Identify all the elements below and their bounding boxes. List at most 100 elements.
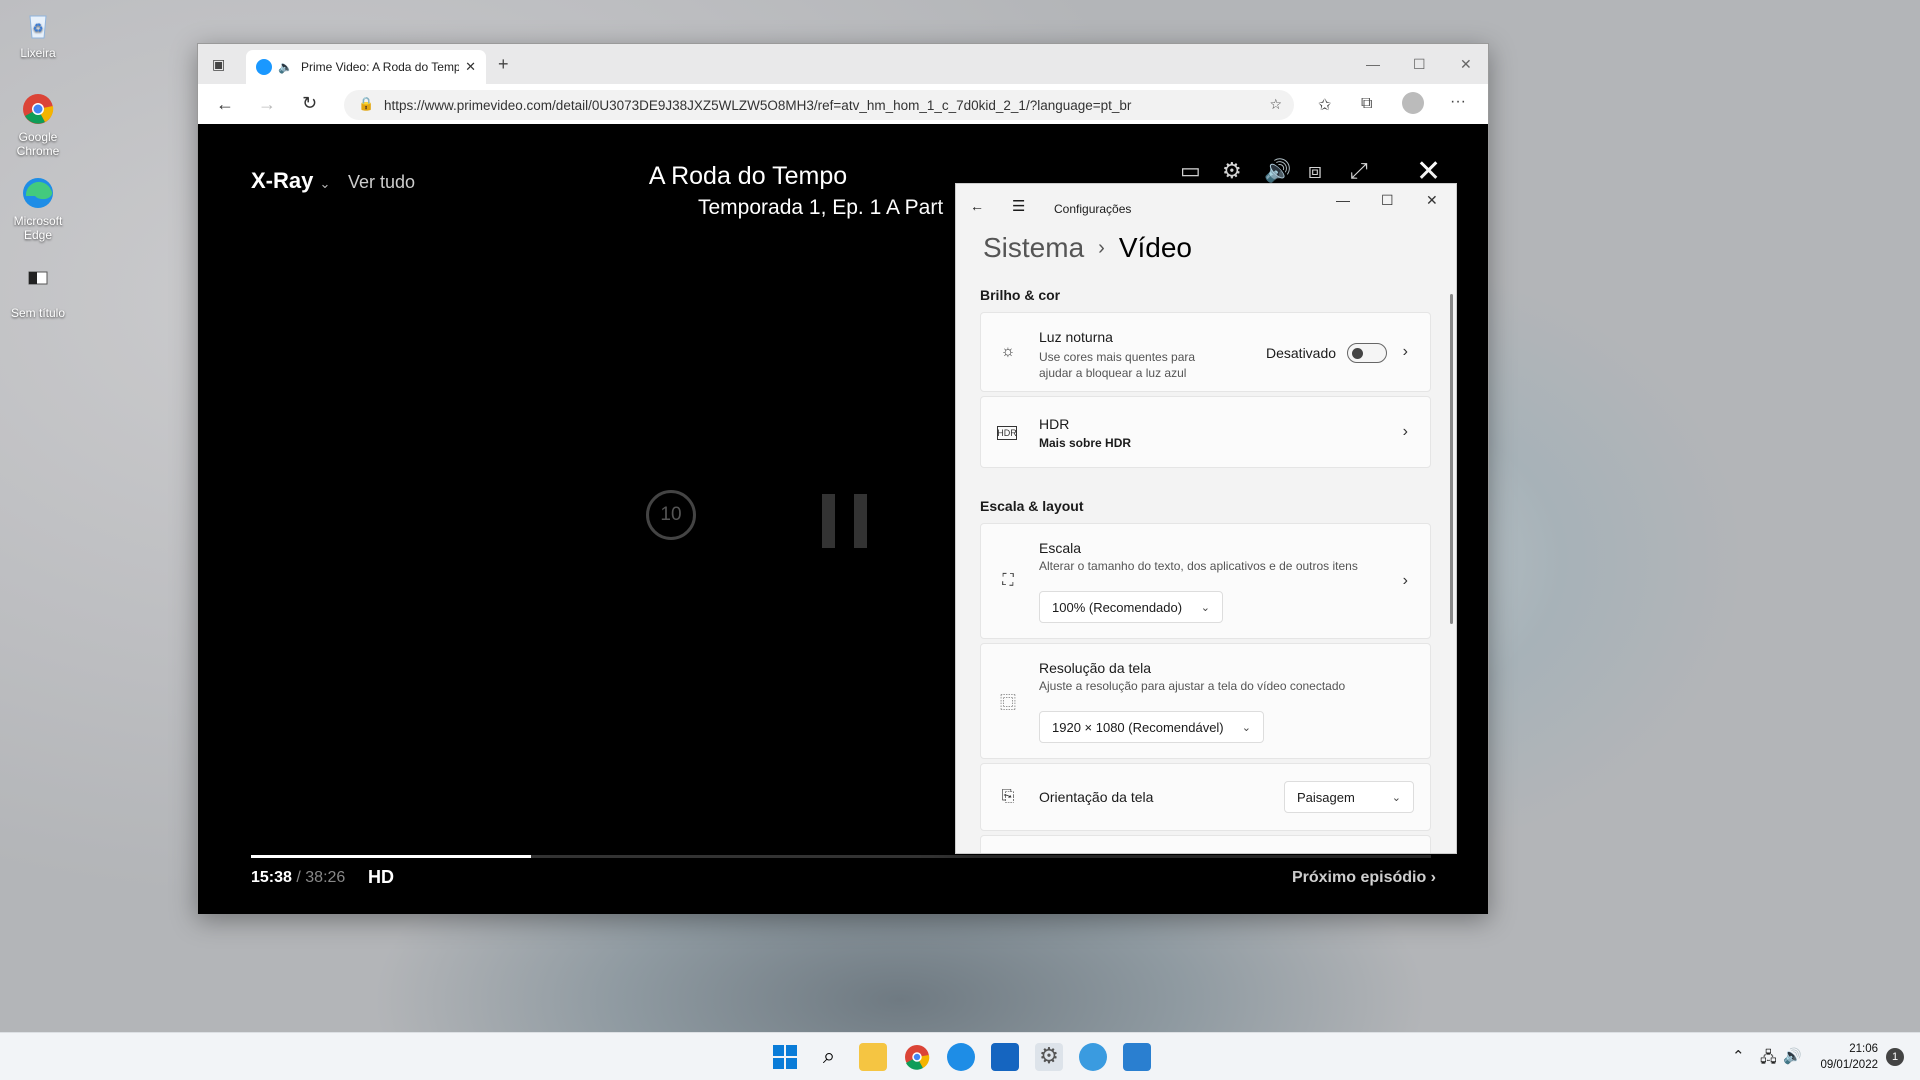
- scale-desc: Alterar o tamanho do texto, dos aplicati…: [1039, 559, 1358, 573]
- url-input[interactable]: 🔒 https://www.primevideo.com/detail/0U30…: [344, 90, 1294, 120]
- maximize-icon[interactable]: ☐: [1413, 56, 1426, 73]
- desktop-icon-recycle-bin[interactable]: ♻ Lixeira: [4, 8, 72, 60]
- chevron-right-icon: ›: [1098, 237, 1105, 259]
- volume-icon[interactable]: 🔊: [1264, 158, 1291, 184]
- browser-tab[interactable]: 🔈 Prime Video: A Roda do Tempo ✕: [246, 50, 486, 84]
- chevron-down-icon: ⌄: [1241, 721, 1251, 734]
- desktop-icon-chrome[interactable]: Google Chrome: [4, 92, 72, 158]
- desktop-icon-label: Sem título: [10, 306, 66, 320]
- back-icon[interactable]: ←: [216, 94, 234, 115]
- time-separator: /: [296, 869, 301, 886]
- new-tab-icon[interactable]: +: [498, 54, 509, 75]
- progress-bar[interactable]: [251, 855, 1431, 858]
- maximize-icon[interactable]: ☐: [1381, 192, 1394, 209]
- favorites-icon[interactable]: ✩: [1318, 95, 1331, 115]
- night-light-title: Luz noturna: [1039, 329, 1113, 345]
- picture-in-picture-icon[interactable]: ⧈: [1308, 158, 1322, 184]
- current-time: 15:38: [251, 869, 292, 886]
- hdr-title: HDR: [1039, 416, 1070, 432]
- desktop-icon-edge[interactable]: Microsoft Edge: [4, 176, 72, 242]
- night-light-toggle[interactable]: [1347, 343, 1387, 363]
- recycle-bin-icon: ♻: [21, 8, 55, 42]
- scale-icon: ⛶: [1002, 572, 1014, 589]
- profile-avatar[interactable]: [1402, 92, 1424, 114]
- hdr-icon: HDR: [997, 426, 1017, 440]
- prime-video-favicon-icon: [256, 59, 272, 75]
- night-light-card[interactable]: ☼ Luz noturna Use cores mais quentes par…: [980, 312, 1431, 392]
- forward-icon[interactable]: →: [258, 94, 276, 115]
- orientation-dropdown[interactable]: Paisagem ⌄: [1284, 781, 1414, 813]
- speaker-icon[interactable]: 🔈: [278, 60, 293, 74]
- scrollbar[interactable]: [1450, 294, 1453, 624]
- hamburger-menu-icon[interactable]: ☰: [1012, 197, 1025, 215]
- settings-gear-icon[interactable]: ⚙: [1035, 1043, 1063, 1071]
- settings-window: ← ☰ Configurações — ☐ ✕ Sistema › Vídeo Br…: [955, 183, 1457, 854]
- clock[interactable]: 21:06 09/01/2022: [1820, 1041, 1878, 1073]
- replay-10-button[interactable]: 10: [646, 490, 696, 540]
- refresh-icon[interactable]: ↻: [302, 93, 317, 114]
- add-favorite-icon[interactable]: ☆: [1269, 96, 1282, 113]
- orientation-card: ⎘ Orientação da tela Paisagem ⌄: [980, 763, 1431, 831]
- minimize-icon[interactable]: —: [1366, 56, 1380, 72]
- breadcrumb-sistema[interactable]: Sistema: [983, 232, 1084, 263]
- clock-time: 21:06: [1849, 1043, 1878, 1055]
- url-text: https://www.primevideo.com/detail/0U3073…: [384, 97, 1132, 113]
- store-icon[interactable]: [991, 1043, 1019, 1071]
- resolution-dropdown[interactable]: 1920 × 1080 (Recomendável) ⌄: [1039, 711, 1264, 743]
- scale-value: 100% (Recomendado): [1052, 599, 1183, 615]
- chrome-icon[interactable]: [903, 1043, 931, 1071]
- hdr-link[interactable]: Mais sobre HDR: [1039, 435, 1131, 451]
- tab-bar: ▣ 🔈 Prime Video: A Roda do Tempo ✕ + — ☐…: [198, 44, 1488, 84]
- ver-tudo-link[interactable]: Ver tudo: [348, 172, 415, 193]
- notification-badge[interactable]: 1: [1886, 1048, 1904, 1066]
- orientation-icon: ⎘: [1001, 788, 1015, 805]
- back-arrow-icon[interactable]: ←: [970, 198, 984, 214]
- next-episode-button[interactable]: Próximo episódio ›: [1292, 869, 1436, 887]
- network-icon[interactable]: 🖧: [1760, 1047, 1777, 1072]
- desktop-icon-untitled[interactable]: Sem título: [4, 268, 72, 320]
- collections-icon[interactable]: ⧉: [1361, 95, 1372, 113]
- volume-icon[interactable]: 🔊: [1783, 1047, 1802, 1065]
- desktop-icon-label: Lixeira: [20, 46, 56, 60]
- section-title-brightness: Brilho & cor: [980, 287, 1061, 303]
- more-options-icon[interactable]: ···: [1450, 93, 1466, 111]
- settings-app-title: Configurações: [1054, 202, 1132, 216]
- next-setting-card[interactable]: [980, 835, 1431, 853]
- chevron-up-icon[interactable]: ⌃: [1732, 1047, 1745, 1065]
- orientation-value: Paisagem: [1297, 789, 1355, 805]
- scale-dropdown[interactable]: 100% (Recomendado) ⌄: [1039, 591, 1223, 623]
- xray-button[interactable]: X-Ray ⌄: [251, 168, 330, 194]
- orientation-title: Orientação da tela: [1039, 789, 1154, 805]
- start-windows-icon[interactable]: [771, 1043, 799, 1071]
- resolution-desc: Ajuste a resolução para ajustar a tela d…: [1039, 679, 1346, 693]
- fullscreen-icon[interactable]: ⤢: [1350, 158, 1368, 184]
- settings-titlebar: ← ☰ Configurações — ☐ ✕: [956, 184, 1456, 220]
- file-explorer-icon[interactable]: [859, 1043, 887, 1071]
- tab-title: Prime Video: A Roda do Tempo: [300, 60, 460, 74]
- close-window-icon[interactable]: ✕: [1426, 192, 1438, 209]
- brightness-icon: ☼: [1000, 343, 1016, 360]
- pause-button[interactable]: [822, 494, 867, 548]
- photos-icon[interactable]: [1123, 1043, 1151, 1071]
- total-time: 38:26: [305, 869, 346, 886]
- tab-actions-icon[interactable]: ▣: [212, 56, 225, 73]
- close-tab-icon[interactable]: ✕: [465, 59, 476, 75]
- minimize-icon[interactable]: —: [1336, 192, 1350, 208]
- close-window-icon[interactable]: ✕: [1460, 56, 1472, 73]
- video-title: A Roda do Tempo: [648, 162, 848, 190]
- scale-card[interactable]: ⛶ Escala Alterar o tamanho do texto, dos…: [980, 523, 1431, 639]
- network-app-icon[interactable]: [1079, 1043, 1107, 1071]
- page-title: Vídeo: [1118, 232, 1192, 263]
- video-subtitle: Temporada 1, Ep. 1 A Part: [698, 196, 944, 219]
- chevron-down-icon: ⌄: [1391, 791, 1401, 804]
- edge-icon[interactable]: [947, 1043, 975, 1071]
- settings-gear-icon[interactable]: ⚙: [1222, 158, 1242, 184]
- quality-badge: HD: [368, 867, 394, 887]
- progress-fill: [251, 855, 531, 858]
- subtitles-icon[interactable]: ▭: [1180, 158, 1201, 184]
- resolution-icon: ⿴: [999, 695, 1016, 712]
- resolution-card: ⿴ Resolução da tela Ajuste a resolução p…: [980, 643, 1431, 759]
- chevron-down-icon: ⌄: [1200, 601, 1210, 614]
- hdr-card[interactable]: HDR HDR Mais sobre HDR ›: [980, 396, 1431, 468]
- search-icon[interactable]: ⌕: [815, 1043, 843, 1071]
